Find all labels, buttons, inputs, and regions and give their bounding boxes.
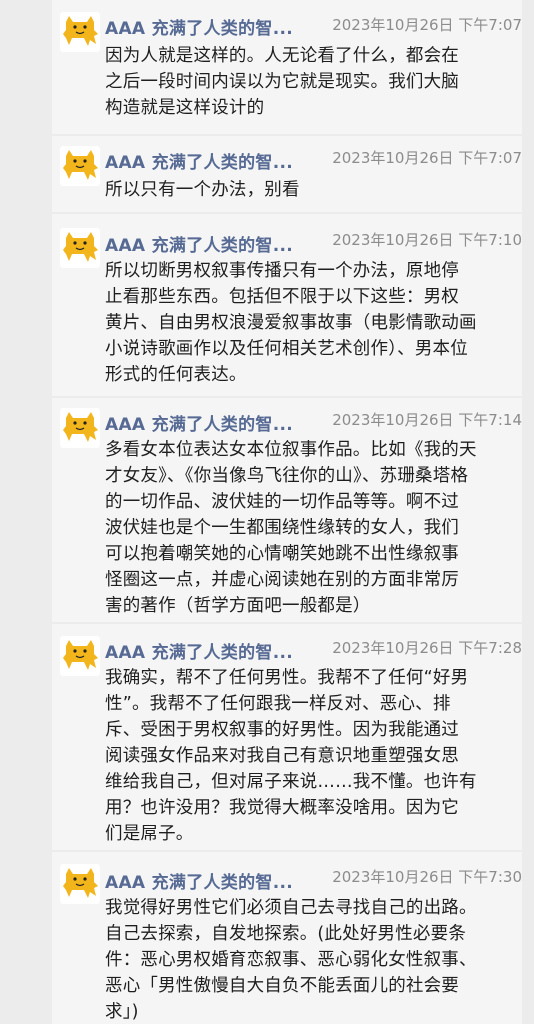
message-timestamp: 2023年10月26日 下午7:07 (332, 149, 522, 167)
sender-name[interactable]: AAA 充满了人类的智... (105, 148, 310, 173)
message-text: 我确实，帮不了任何男性。我帮不了任何“好男 性”。我帮不了任何跟我一样反对、恶心… (105, 668, 477, 844)
message-text: 所以只有一个办法，别看 (105, 180, 300, 200)
sender-name[interactable]: AAA 充满了人类的智... (105, 14, 310, 39)
message-timestamp: 2023年10月26日 下午7:10 (332, 231, 522, 249)
yellow-cat-icon (63, 412, 98, 442)
avatar[interactable] (60, 864, 100, 904)
sender-name[interactable]: AAA 充满了人类的智... (105, 410, 310, 435)
yellow-cat-icon (63, 868, 98, 898)
sender-name[interactable]: AAA 充满了人类的智... (105, 868, 310, 893)
yellow-cat-icon (63, 232, 98, 262)
yellow-cat-icon (63, 16, 98, 46)
avatar[interactable] (60, 146, 100, 186)
avatar[interactable] (60, 408, 100, 448)
message-text: 所以切断男权叙事传播只有一个办法，原地停 止看那些东西。包括但不限于以下这些：男… (105, 261, 477, 385)
message-text: 我觉得好男性它们必须自己去寻找自己的出路。 自己去探索，自发地探索。(此处好男性… (105, 898, 477, 1022)
message-text: 因为人就是这样的。人无论看了什么，都会在 之后一段时间内误以为它就是现实。我们大… (105, 46, 459, 118)
yellow-cat-icon (63, 640, 98, 670)
avatar[interactable] (60, 228, 100, 268)
avatar[interactable] (60, 636, 100, 676)
chat-history: AAA 充满了人类的智... 2023年10月26日 下午7:07 因为人就是这… (0, 0, 534, 1024)
sender-name[interactable]: AAA 充满了人类的智... (105, 231, 310, 256)
yellow-cat-icon (63, 150, 98, 180)
message-timestamp: 2023年10月26日 下午7:28 (332, 639, 522, 657)
sender-name[interactable]: AAA 充满了人类的智... (105, 638, 310, 663)
message-timestamp: 2023年10月26日 下午7:07 (332, 16, 522, 34)
message-text: 多看女本位表达女本位叙事作品。比如《我的天 才女友》、《你当像鸟飞往你的山》、苏… (105, 440, 477, 616)
avatar[interactable] (60, 12, 100, 52)
message-timestamp: 2023年10月26日 下午7:30 (332, 868, 522, 886)
message-timestamp: 2023年10月26日 下午7:14 (332, 411, 522, 429)
